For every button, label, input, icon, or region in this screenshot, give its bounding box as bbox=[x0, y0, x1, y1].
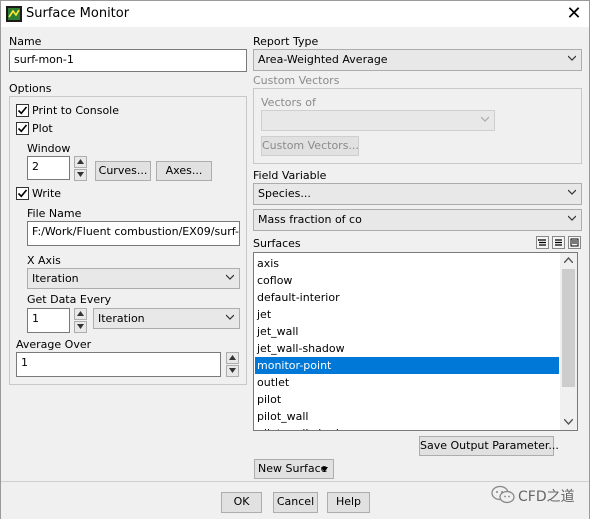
custom-vectors-label: Custom Vectors bbox=[253, 74, 340, 87]
list-item[interactable]: default-interior bbox=[255, 289, 559, 306]
new-surface-label: New Surface bbox=[258, 462, 328, 475]
list-item[interactable]: jet_wall bbox=[255, 323, 559, 340]
vectors-of-label: Vectors of bbox=[261, 96, 316, 109]
custom-vectors-button[interactable]: Custom Vectors... bbox=[261, 136, 359, 156]
name-label: Name bbox=[9, 35, 42, 48]
watermark-text: CFD之道 bbox=[518, 489, 575, 505]
list-view-icon[interactable] bbox=[552, 236, 565, 249]
scroll-down-icon[interactable] bbox=[564, 419, 573, 425]
file-name-label: File Name bbox=[27, 207, 82, 220]
list-item[interactable]: axis bbox=[255, 255, 559, 272]
fluent-app-icon bbox=[6, 6, 22, 22]
list-item[interactable]: coflow bbox=[255, 272, 559, 289]
list-item[interactable]: outlet bbox=[255, 374, 559, 391]
list-item[interactable]: jet bbox=[255, 306, 559, 323]
get-data-every-input[interactable]: 1 bbox=[27, 308, 70, 333]
report-type-value: Area-Weighted Average bbox=[258, 53, 388, 66]
arrow-up-icon bbox=[77, 159, 84, 164]
surfaces-list[interactable]: axis coflow default-interior jet jet_wal… bbox=[253, 252, 578, 431]
get-data-every-unit-value: Iteration bbox=[98, 312, 145, 325]
help-button[interactable]: Help bbox=[327, 492, 370, 513]
window-number-input[interactable]: 2 bbox=[27, 156, 70, 180]
field-variable-label: Field Variable bbox=[253, 169, 327, 182]
field-variable-value: Mass fraction of co bbox=[258, 213, 362, 226]
cancel-button[interactable]: Cancel bbox=[273, 492, 318, 513]
list-item[interactable]: pilot_wall bbox=[255, 408, 559, 425]
list-item[interactable]: jet_wall-shadow bbox=[255, 340, 559, 357]
list-item[interactable]: pilot bbox=[255, 391, 559, 408]
scroll-up-icon[interactable] bbox=[564, 257, 573, 263]
ok-button[interactable]: OK bbox=[221, 492, 262, 513]
select-all-icon[interactable] bbox=[536, 236, 549, 249]
curves-button[interactable]: Curves... bbox=[95, 161, 151, 181]
print-to-console-checkbox[interactable] bbox=[16, 104, 29, 117]
surfaces-scrollbar[interactable] bbox=[560, 253, 577, 430]
plot-checkbox[interactable] bbox=[16, 122, 29, 135]
dropdown-arrow-icon bbox=[321, 467, 328, 472]
write-checkbox[interactable] bbox=[16, 187, 29, 200]
list-item[interactable]: pilot_wall-shadow bbox=[255, 425, 559, 430]
report-type-dropdown[interactable]: Area-Weighted Average bbox=[253, 49, 582, 71]
window-label: Window bbox=[27, 142, 71, 155]
average-over-spin-up[interactable] bbox=[226, 352, 239, 364]
arrow-down-icon bbox=[77, 324, 84, 329]
get-data-every-label: Get Data Every bbox=[27, 293, 112, 306]
window-title: Surface Monitor bbox=[26, 6, 130, 21]
chevron-down-icon bbox=[226, 274, 234, 280]
x-axis-label: X Axis bbox=[27, 254, 61, 267]
plot-label: Plot bbox=[32, 122, 53, 135]
wechat-icon bbox=[491, 485, 515, 504]
surface-monitor-dialog: Surface Monitor ✕ Name surf-mon-1 Option… bbox=[0, 0, 590, 519]
window-spin-up[interactable] bbox=[74, 156, 87, 168]
surfaces-label: Surfaces bbox=[253, 237, 301, 250]
new-surface-button[interactable]: New Surface bbox=[254, 459, 334, 479]
get-data-every-spin-up[interactable] bbox=[74, 308, 87, 320]
name-input[interactable]: surf-mon-1 bbox=[9, 49, 247, 72]
write-label: Write bbox=[32, 187, 62, 200]
chevron-down-icon bbox=[226, 314, 234, 320]
get-data-every-unit-dropdown[interactable]: Iteration bbox=[93, 308, 240, 329]
average-over-label: Average Over bbox=[16, 338, 92, 351]
scrollbar-thumb[interactable] bbox=[562, 269, 575, 387]
chevron-down-icon bbox=[568, 215, 576, 221]
window-spin-down[interactable] bbox=[74, 169, 87, 181]
x-axis-dropdown[interactable]: Iteration bbox=[27, 268, 240, 289]
check-icon bbox=[17, 124, 28, 133]
field-variable-dropdown[interactable]: Mass fraction of co bbox=[253, 209, 582, 231]
close-icon[interactable]: ✕ bbox=[561, 3, 587, 25]
vectors-of-dropdown[interactable] bbox=[261, 110, 495, 131]
save-output-parameter-button[interactable]: Save Output Parameter... bbox=[419, 436, 559, 456]
list-item-selected[interactable]: monitor-point bbox=[255, 357, 559, 374]
axes-button[interactable]: Axes... bbox=[156, 161, 212, 181]
get-data-every-spin-down[interactable] bbox=[74, 321, 87, 333]
deselect-all-icon[interactable] bbox=[568, 236, 581, 249]
chevron-down-icon bbox=[568, 189, 576, 195]
check-icon bbox=[17, 106, 28, 115]
report-type-label: Report Type bbox=[253, 35, 319, 48]
field-variable-category-value: Species... bbox=[258, 187, 311, 200]
file-name-input[interactable]: F:/Work/Fluent combustion/EX09/surf-mon bbox=[27, 221, 240, 246]
arrow-up-icon bbox=[229, 355, 236, 360]
check-icon bbox=[17, 189, 28, 198]
chevron-down-icon bbox=[481, 116, 489, 122]
average-over-input[interactable]: 1 bbox=[16, 352, 221, 377]
x-axis-value: Iteration bbox=[32, 272, 79, 285]
options-label: Options bbox=[9, 82, 52, 95]
arrow-down-icon bbox=[77, 172, 84, 177]
arrow-down-icon bbox=[229, 368, 236, 373]
print-to-console-label: Print to Console bbox=[32, 104, 120, 117]
title-bar: Surface Monitor ✕ bbox=[1, 1, 589, 27]
field-variable-category-dropdown[interactable]: Species... bbox=[253, 183, 582, 205]
average-over-spin-down[interactable] bbox=[226, 365, 239, 377]
arrow-up-icon bbox=[77, 311, 84, 316]
chevron-down-icon bbox=[568, 55, 576, 61]
